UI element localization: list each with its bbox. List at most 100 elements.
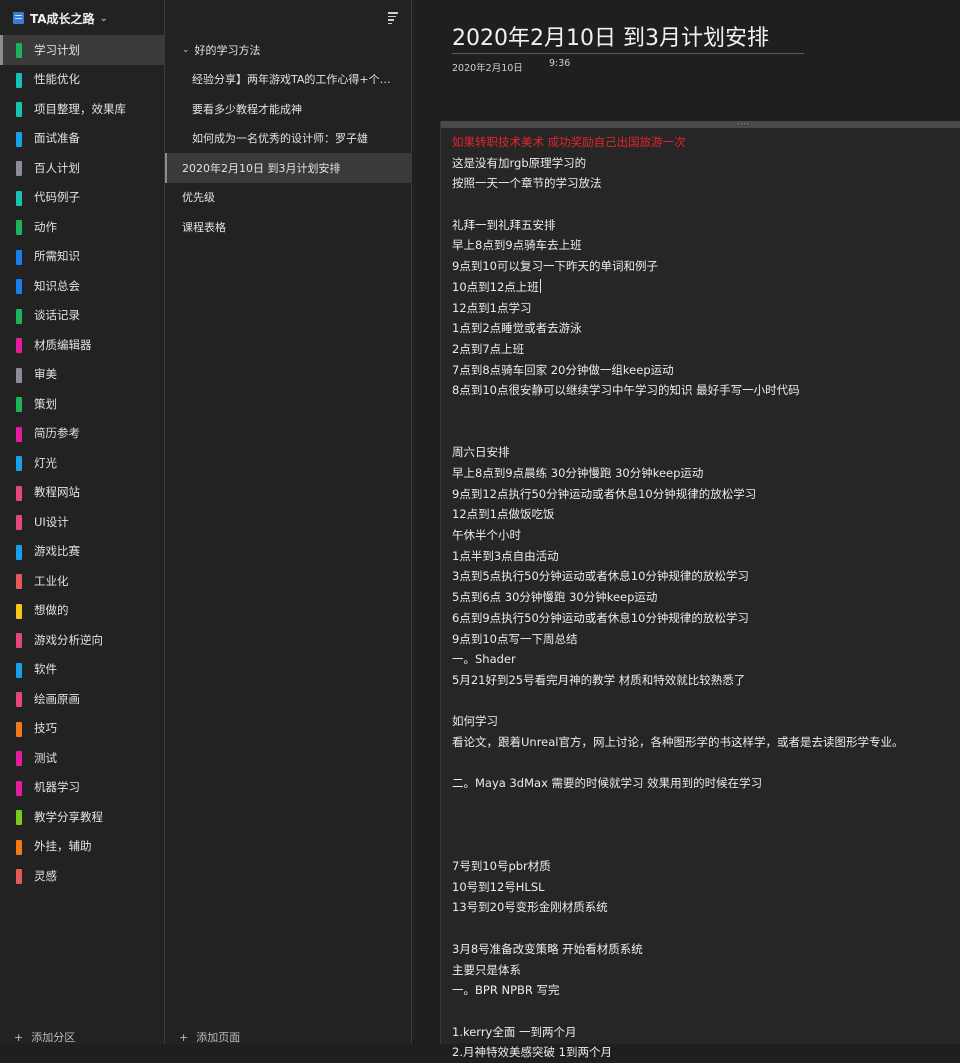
- chevron-down-icon[interactable]: ⌄: [182, 45, 190, 55]
- note-line[interactable]: 1点到2点睡觉或者去游泳: [452, 318, 957, 339]
- note-line[interactable]: [452, 1001, 957, 1022]
- note-line[interactable]: 1点半到3点自由活动: [452, 546, 957, 567]
- note-line[interactable]: 看论文，跟着Unreal官方，网上讨论，各种图形学的书这样学，或者是去读图形学专…: [452, 732, 957, 753]
- note-line[interactable]: 如何学习: [452, 711, 957, 732]
- sidebar-section-item[interactable]: 游戏分析逆向: [0, 625, 165, 655]
- page-item[interactable]: ⌄ 好的学习方法: [165, 35, 411, 65]
- sidebar-section-item[interactable]: 绘画原画: [0, 684, 165, 714]
- page-item[interactable]: 2020年2月10日 到3月计划安排: [165, 153, 411, 183]
- page-item[interactable]: 优先级: [165, 183, 411, 213]
- sidebar-section-item[interactable]: 代码例子: [0, 183, 165, 213]
- section-label: 性能优化: [34, 72, 80, 87]
- sidebar-section-item[interactable]: 动作: [0, 212, 165, 242]
- sidebar-section-item[interactable]: 知识总会: [0, 271, 165, 301]
- sidebar-section-item[interactable]: 技巧: [0, 714, 165, 744]
- sidebar-section-item[interactable]: 工业化: [0, 566, 165, 596]
- sidebar-section-item[interactable]: 策划: [0, 389, 165, 419]
- note-line[interactable]: [452, 794, 957, 815]
- note-line[interactable]: [452, 753, 957, 774]
- note-line[interactable]: 8点到10点很安静可以继续学习中午学习的知识 最好手写一小时代码: [452, 380, 957, 401]
- note-line[interactable]: 礼拜一到礼拜五安排: [452, 215, 957, 236]
- section-label: 简历参考: [34, 426, 80, 441]
- section-label: 代码例子: [34, 190, 80, 205]
- note-line[interactable]: 3点到5点执行50分钟运动或者休息10分钟规律的放松学习: [452, 566, 957, 587]
- sidebar-section-item[interactable]: UI设计: [0, 507, 165, 537]
- note-line[interactable]: [452, 691, 957, 712]
- note-line[interactable]: 一。Shader: [452, 649, 957, 670]
- note-line[interactable]: 12点到1点做饭吃饭: [452, 504, 957, 525]
- note-line[interactable]: 9点到10可以复习一下昨天的单词和例子: [452, 256, 957, 277]
- note-line[interactable]: 6点到9点执行50分钟运动或者休息10分钟规律的放松学习: [452, 608, 957, 629]
- note-line[interactable]: 9点到10点写一下周总结: [452, 629, 957, 650]
- sidebar-section-item[interactable]: 教学分享教程: [0, 802, 165, 832]
- sidebar-section-item[interactable]: 性能优化: [0, 65, 165, 95]
- sidebar-section-item[interactable]: 软件: [0, 655, 165, 685]
- sidebar-section-item[interactable]: 外挂，辅助: [0, 832, 165, 862]
- page-item[interactable]: 如何成为一名优秀的设计师：罗子雄: [165, 124, 411, 154]
- section-label: 教学分享教程: [34, 809, 103, 824]
- sort-icon[interactable]: [385, 10, 399, 24]
- note-line[interactable]: 这是没有加rgb原理学习的: [452, 153, 957, 174]
- sidebar-section-item[interactable]: 面试准备: [0, 124, 165, 154]
- sidebar-section-item[interactable]: 谈话记录: [0, 301, 165, 331]
- page-item[interactable]: 要看多少教程才能成神: [165, 94, 411, 124]
- note-line[interactable]: 5点到6点 30分钟慢跑 30分钟keep运动: [452, 587, 957, 608]
- note-line[interactable]: 13号到20号变形金刚材质系统: [452, 897, 957, 918]
- note-body[interactable]: 如果转职技术美术 成功奖励自己出国旅游一次 这是没有加rgb原理学习的 按照一天一个…: [452, 132, 957, 1063]
- note-line[interactable]: 二。Maya 3dMax 需要的时候就学习 效果用到的时候在学习: [452, 773, 957, 794]
- sidebar-section-item[interactable]: 材质编辑器: [0, 330, 165, 360]
- section-label: 项目整理，效果库: [34, 101, 126, 116]
- section-label: 软件: [34, 662, 57, 677]
- note-line[interactable]: 5月21好到25号看完月神的教学 材质和特效就比较熟悉了: [452, 670, 957, 691]
- note-line[interactable]: 3月8号准备改变策略 开始看材质系统: [452, 939, 957, 960]
- sidebar-section-item[interactable]: 审美: [0, 360, 165, 390]
- note-line[interactable]: 7点到8点骑车回家 20分钟做一组keep运动: [452, 360, 957, 381]
- note-line[interactable]: 主要只是体系: [452, 960, 957, 981]
- sidebar-section-item[interactable]: 所需知识: [0, 242, 165, 272]
- sidebar-section-item[interactable]: 百人计划: [0, 153, 165, 183]
- section-color-tab: [16, 397, 22, 412]
- note-container[interactable]: ···· 如果转职技术美术 成功奖励自己出国旅游一次 这是没有加rgb原理学习的按…: [440, 121, 960, 1059]
- sidebar-section-item[interactable]: 灯光: [0, 448, 165, 478]
- note-line[interactable]: [452, 835, 957, 856]
- note-line[interactable]: [452, 918, 957, 939]
- note-line[interactable]: 按照一天一个章节的学习放法: [452, 173, 957, 194]
- sidebar-section-item[interactable]: 灵感: [0, 861, 165, 891]
- note-line[interactable]: 9点到12点执行50分钟运动或者休息10分钟规律的放松学习: [452, 484, 957, 505]
- notebook-selector[interactable]: TA成长之路 ⌄: [0, 0, 165, 36]
- section-label: 教程网站: [34, 485, 80, 500]
- section-color-tab: [16, 603, 22, 619]
- note-line[interactable]: 如果转职技术美术 成功奖励自己出国旅游一次: [452, 132, 957, 153]
- note-line[interactable]: 12点到1点学习: [452, 298, 957, 319]
- note-line[interactable]: [452, 815, 957, 836]
- add-section-button[interactable]: + 添加分区: [0, 1030, 179, 1045]
- note-line[interactable]: 周六日安排: [452, 442, 957, 463]
- note-line[interactable]: [452, 194, 957, 215]
- note-line[interactable]: 1.kerry全面 一到两个月: [452, 1022, 957, 1043]
- note-container-handle[interactable]: ····: [441, 121, 960, 128]
- note-line[interactable]: 2.月神特效美感突破 1到两个月: [452, 1042, 957, 1063]
- page-title[interactable]: 2020年2月10日 到3月计划安排: [452, 20, 769, 52]
- note-line[interactable]: 早上8点到9点骑车去上班: [452, 235, 957, 256]
- note-line[interactable]: 7号到10号pbr材质: [452, 856, 957, 877]
- note-line[interactable]: 10号到12号HLSL: [452, 877, 957, 898]
- note-line[interactable]: 2点到7点上班: [452, 339, 957, 360]
- sidebar-section-item[interactable]: 游戏比赛: [0, 537, 165, 567]
- section-color-tab: [16, 279, 22, 294]
- note-line[interactable]: [452, 401, 957, 422]
- note-line[interactable]: 一。BPR NPBR 写完: [452, 980, 957, 1001]
- note-line[interactable]: [452, 422, 957, 443]
- page-item[interactable]: 经验分享】两年游戏TA的工作心得+个人...: [165, 65, 411, 95]
- add-page-button[interactable]: + 添加页面: [165, 1030, 425, 1045]
- sidebar-section-item[interactable]: 想做的: [0, 596, 165, 626]
- sidebar-section-item[interactable]: 机器学习: [0, 773, 165, 803]
- sidebar-section-item[interactable]: 简历参考: [0, 419, 165, 449]
- page-item[interactable]: 课程表格: [165, 212, 411, 242]
- sidebar-section-item[interactable]: 教程网站: [0, 478, 165, 508]
- note-line[interactable]: 早上8点到9点晨练 30分钟慢跑 30分钟keep运动: [452, 463, 957, 484]
- sidebar-section-item[interactable]: 学习计划: [0, 35, 165, 65]
- note-line[interactable]: 10点到12点上班: [452, 277, 957, 298]
- sidebar-section-item[interactable]: 项目整理，效果库: [0, 94, 165, 124]
- note-line[interactable]: 午休半个小时: [452, 525, 957, 546]
- sidebar-section-item[interactable]: 测试: [0, 743, 165, 773]
